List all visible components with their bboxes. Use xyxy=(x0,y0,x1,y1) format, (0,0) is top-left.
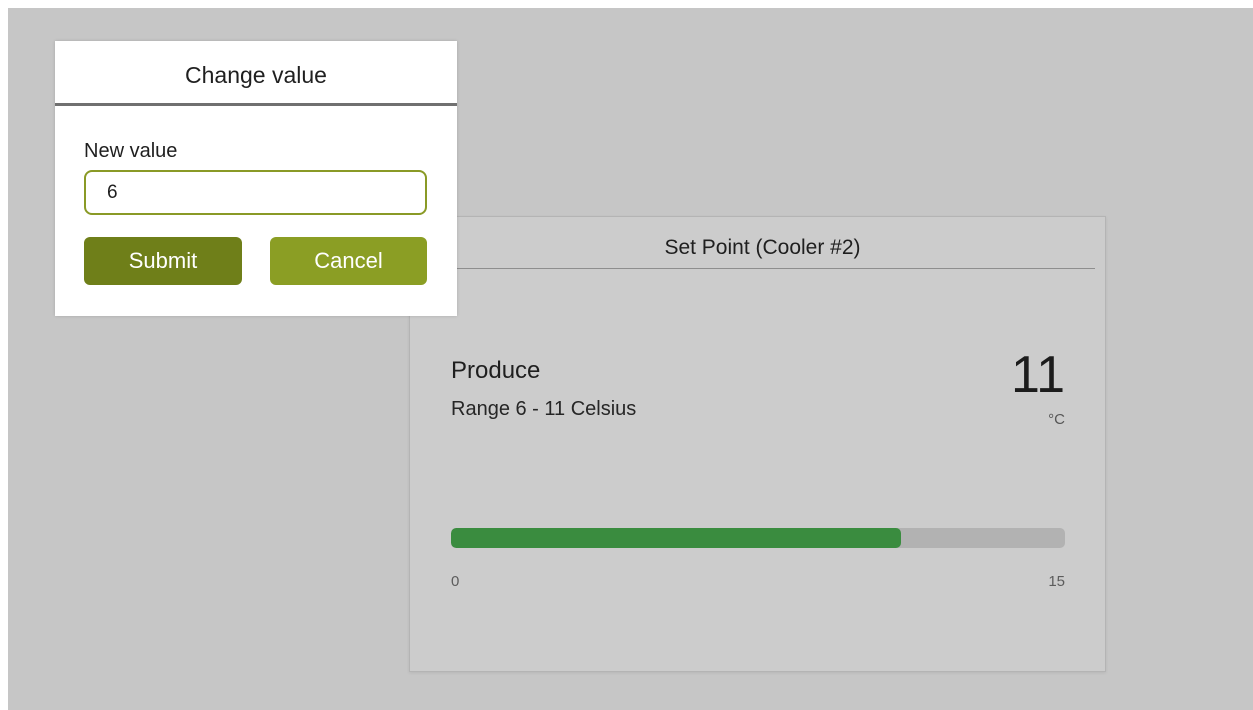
new-value-label: New value xyxy=(84,140,178,162)
setpoint-progress-bar xyxy=(451,528,1065,548)
item-name: Produce xyxy=(451,357,541,384)
new-value-input[interactable] xyxy=(84,170,427,215)
submit-button[interactable]: Submit xyxy=(84,237,242,285)
change-value-dialog: Change value New value Submit Cancel xyxy=(55,41,457,316)
setpoint-value[interactable]: 11 xyxy=(1011,345,1065,405)
bar-min-label: 0 xyxy=(451,573,460,590)
cancel-button[interactable]: Cancel xyxy=(270,237,427,285)
bar-max-label: 15 xyxy=(1048,573,1065,590)
dialog-title: Change value xyxy=(55,41,457,106)
progress-fill xyxy=(451,528,902,548)
unit-label: °C xyxy=(1048,411,1065,428)
range-text: Range 6 - 11 Celsius xyxy=(451,398,637,420)
widget-title: Set Point (Cooler #2) xyxy=(430,217,1095,269)
set-point-widget: Set Point (Cooler #2) Produce Range 6 - … xyxy=(409,216,1106,672)
